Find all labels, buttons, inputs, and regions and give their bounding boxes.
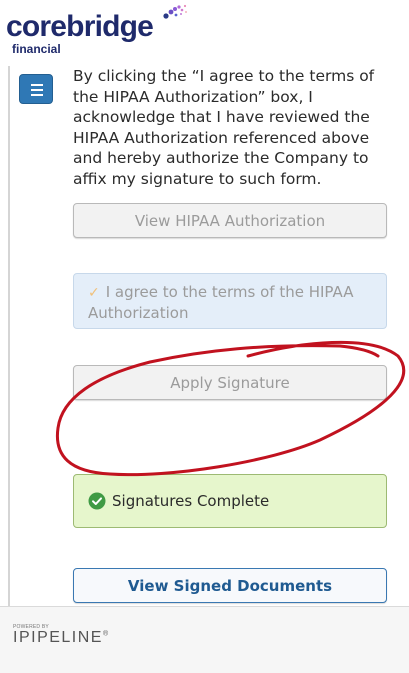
signatures-complete-alert: Signatures Complete bbox=[73, 474, 387, 528]
view-hipaa-authorization-button[interactable]: View HIPAA Authorization bbox=[73, 203, 387, 238]
registered-mark: ® bbox=[102, 630, 110, 638]
view-hipaa-label: View HIPAA Authorization bbox=[134, 211, 326, 230]
menu-button[interactable] bbox=[19, 74, 53, 104]
checkmark-icon: ✓ bbox=[88, 285, 100, 301]
ipipeline-logo: IPIPELINE® bbox=[13, 629, 110, 647]
ipipeline-wordmark: IPIPELINE bbox=[13, 629, 103, 646]
apply-signature-label: Apply Signature bbox=[170, 373, 290, 392]
view-signed-documents-button[interactable]: View Signed Documents bbox=[73, 568, 387, 603]
check-circle-icon bbox=[88, 492, 106, 510]
signatures-complete-text: Signatures Complete bbox=[112, 492, 270, 510]
hamburger-menu-icon bbox=[31, 84, 43, 96]
footer: POWERED BY IPIPELINE® bbox=[0, 606, 409, 673]
hipaa-agree-label: I agree to the terms of the HIPAA Author… bbox=[88, 283, 354, 322]
apply-signature-button[interactable]: Apply Signature bbox=[73, 365, 387, 400]
hipaa-consent-text: By clicking the “I agree to the terms of… bbox=[73, 67, 375, 188]
logo-tagline: financial bbox=[12, 42, 61, 56]
logo-dots-icon bbox=[163, 4, 187, 19]
view-signed-documents-label: View Signed Documents bbox=[127, 576, 333, 595]
logo-wordmark: corebridge bbox=[6, 10, 154, 43]
corebridge-logo: corebridge financial bbox=[6, 4, 206, 56]
hipaa-agree-checkbox[interactable]: ✓ I agree to the terms of the HIPAA Autho… bbox=[73, 273, 387, 329]
